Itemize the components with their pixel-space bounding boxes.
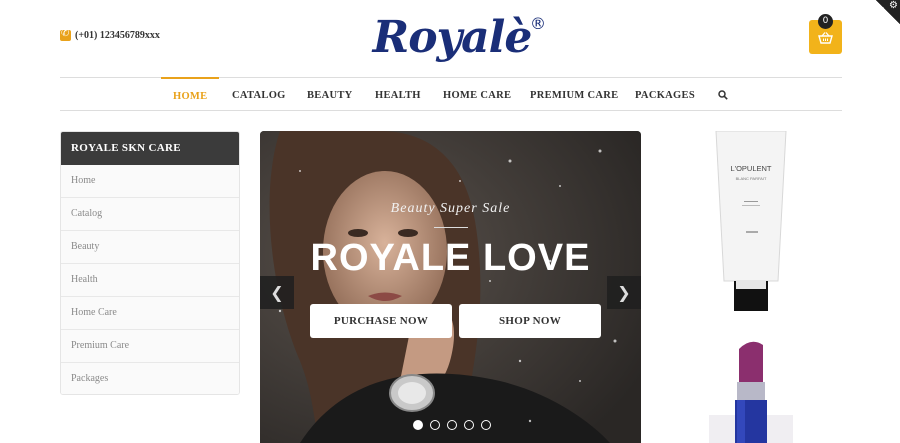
slider-dot[interactable]: [481, 420, 491, 430]
slide-title: ROYALE LOVE: [310, 237, 591, 279]
slider-dot[interactable]: [413, 420, 423, 430]
slider-dot[interactable]: [464, 420, 474, 430]
logo-text: Royalè: [372, 12, 533, 63]
slider-dot[interactable]: [447, 420, 457, 430]
nav-item-home[interactable]: HOME: [161, 77, 220, 110]
slider-prev-button[interactable]: ❮: [260, 276, 294, 309]
cart-button[interactable]: 0: [809, 14, 842, 54]
sidebar-title: ROYALE SKN CARE: [61, 132, 239, 165]
category-sidebar: ROYALE SKN CARE Home Catalog Beauty Heal…: [60, 131, 240, 395]
search-icon[interactable]: [718, 90, 728, 100]
purchase-now-button[interactable]: PURCHASE NOW: [310, 304, 452, 338]
slider-pagination: [413, 420, 491, 430]
chevron-left-icon: ❮: [270, 283, 284, 302]
sidebar-item-home-care[interactable]: Home Care: [61, 297, 239, 330]
registered-mark: ®: [530, 14, 546, 33]
product-lipstick[interactable]: [709, 337, 793, 443]
settings-corner[interactable]: ⚙: [876, 0, 900, 24]
slider-next-button[interactable]: ❯: [607, 276, 641, 309]
sidebar-item-packages[interactable]: Packages: [61, 363, 239, 394]
shop-now-button[interactable]: SHOP NOW: [459, 304, 601, 338]
slide-divider: [434, 227, 468, 228]
sidebar-item-catalog[interactable]: Catalog: [61, 198, 239, 231]
phone-contact: (+01) 123456789xxx: [60, 28, 160, 41]
nav-item-health[interactable]: HEALTH: [375, 78, 421, 111]
product-line: BLANC PARFAIT: [736, 176, 767, 181]
main-nav: HOME CATALOG BEAUTY HEALTH HOME CARE PRE…: [60, 77, 842, 111]
chevron-right-icon: ❯: [617, 283, 631, 302]
product-cream-tube[interactable]: L'OPULENT BLANC PARFAIT: [714, 131, 788, 311]
sidebar-item-beauty[interactable]: Beauty: [61, 231, 239, 264]
site-logo[interactable]: Royalè ®: [352, 12, 552, 72]
sidebar-item-home[interactable]: Home: [61, 165, 239, 198]
nav-item-home-care[interactable]: HOME CARE: [443, 78, 511, 111]
slide-model-photo: [260, 131, 641, 443]
phone-number: (+01) 123456789xxx: [75, 30, 160, 41]
slide-subtitle: Beauty Super Sale: [390, 201, 511, 216]
product-brand: L'OPULENT: [730, 164, 771, 173]
cart-count-badge: 0: [818, 14, 833, 29]
gear-icon: ⚙: [889, 0, 898, 11]
slider-dot[interactable]: [430, 420, 440, 430]
sidebar-item-health[interactable]: Health: [61, 264, 239, 297]
sidebar-item-premium-care[interactable]: Premium Care: [61, 330, 239, 363]
phone-icon: [60, 28, 71, 41]
nav-item-catalog[interactable]: CATALOG: [232, 78, 286, 111]
hero-slider[interactable]: Beauty Super Sale ROYALE LOVE PURCHASE N…: [260, 131, 641, 443]
basket-icon: [818, 32, 833, 44]
nav-item-premium-care[interactable]: PREMIUM CARE: [530, 78, 618, 111]
nav-item-packages[interactable]: PACKAGES: [635, 78, 695, 111]
nav-item-beauty[interactable]: BEAUTY: [307, 78, 353, 111]
